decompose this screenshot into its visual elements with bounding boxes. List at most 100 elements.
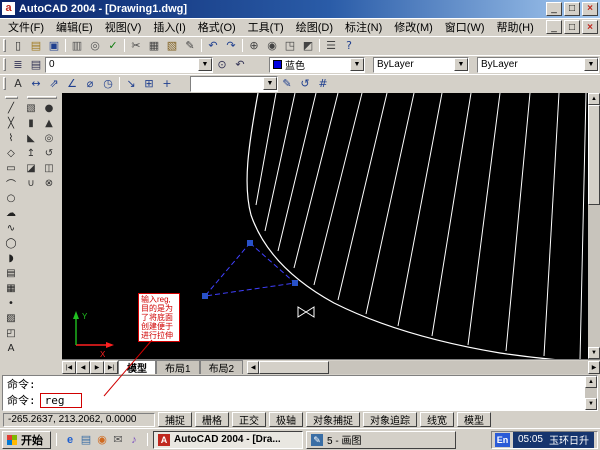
scroll-right-icon[interactable]: ▶ — [588, 361, 600, 375]
open-folder-icon[interactable]: ▤ — [27, 37, 45, 55]
minimize-button[interactable]: _ — [546, 1, 562, 16]
drawing-canvas[interactable]: X Y 输入reg, 目的是为 了将底面 创建便于 进行拉伸 — [62, 92, 588, 360]
menu-dimension[interactable]: 标注(N) — [339, 18, 388, 36]
save-icon[interactable]: ▣ — [45, 37, 63, 55]
menu-modify[interactable]: 修改(M) — [388, 18, 439, 36]
line-icon[interactable]: ╱ — [2, 100, 20, 116]
chevron-down-icon[interactable]: ▼ — [584, 58, 598, 72]
revcloud-icon[interactable]: ☁ — [2, 205, 20, 221]
doc-restore-button[interactable]: □ — [564, 20, 580, 35]
zoom-previous-icon[interactable]: ◩ — [299, 37, 317, 55]
dim-style-dropdown[interactable]: ▼ — [190, 75, 278, 92]
torus-icon[interactable]: ◎ — [40, 130, 58, 146]
paste-icon[interactable]: ▧ — [163, 37, 181, 55]
ellipse-arc-icon[interactable]: ◗ — [2, 250, 20, 266]
toolbar-grip[interactable] — [3, 39, 6, 53]
toolbar-grip[interactable] — [3, 77, 6, 91]
new-file-icon[interactable]: ▯ — [9, 37, 27, 55]
tab-layout2[interactable]: 布局2 — [199, 360, 244, 375]
close-button[interactable]: × — [582, 1, 598, 16]
chevron-down-icon[interactable]: ▼ — [350, 58, 364, 72]
toolbar-grip[interactable] — [4, 95, 18, 99]
menu-format[interactable]: 格式(O) — [192, 18, 242, 36]
dim-angular-icon[interactable]: ∠ — [63, 75, 81, 93]
text-style-icon[interactable]: A — [9, 75, 27, 93]
lineweight-dropdown[interactable]: ByLayer ▼ — [477, 56, 599, 73]
print-icon[interactable]: ▥ — [68, 37, 86, 55]
spell-check-icon[interactable]: ✓ — [104, 37, 122, 55]
arc-icon[interactable]: ⌒ — [2, 175, 20, 191]
vertical-scrollbar[interactable]: ▲ ▼ — [588, 92, 600, 360]
subtract-icon[interactable]: ⊗ — [40, 175, 58, 191]
point-icon[interactable]: • — [2, 295, 20, 311]
model-paper-toggle[interactable]: 模型 — [457, 412, 491, 428]
slice-icon[interactable]: ◪ — [22, 160, 40, 176]
extrude-icon[interactable]: ↥ — [22, 145, 40, 161]
tab-model[interactable]: 模型 — [118, 360, 156, 375]
dim-linear-icon[interactable]: ↔ — [27, 75, 45, 93]
sphere-icon[interactable]: ● — [40, 100, 58, 116]
menu-edit[interactable]: 编辑(E) — [50, 18, 99, 36]
menu-window[interactable]: 窗口(W) — [439, 18, 491, 36]
undo-icon[interactable]: ↶ — [204, 37, 222, 55]
scroll-up-icon[interactable]: ▲ — [588, 92, 600, 105]
menu-file[interactable]: 文件(F) — [2, 18, 50, 36]
cylinder-icon[interactable]: ▮ — [22, 115, 40, 131]
wedge-icon[interactable]: ◣ — [22, 130, 40, 146]
dim-edit-icon[interactable]: ✎ — [278, 75, 296, 93]
redo-icon[interactable]: ↷ — [222, 37, 240, 55]
make-object-layer-current-icon[interactable]: ⊙ — [213, 56, 231, 74]
tab-last-icon[interactable]: ▶| — [104, 361, 118, 375]
maximize-button[interactable]: □ — [564, 1, 580, 16]
copy-icon[interactable]: ▦ — [145, 37, 163, 55]
task-paint[interactable]: ✎ 5 - 画图 — [306, 430, 456, 449]
center-mark-icon[interactable]: + — [158, 75, 176, 93]
mtext-icon[interactable]: A — [2, 340, 20, 356]
dim-radius-icon[interactable]: ◷ — [99, 75, 117, 93]
cut-icon[interactable]: ✂ — [127, 37, 145, 55]
tab-prev-icon[interactable]: ◀ — [76, 361, 90, 375]
media-player-icon[interactable]: ◉ — [94, 432, 110, 448]
polar-toggle[interactable]: 极轴 — [269, 412, 303, 428]
tab-next-icon[interactable]: ▶ — [90, 361, 104, 375]
revolve-icon[interactable]: ↺ — [40, 145, 58, 161]
doc-minimize-button[interactable]: _ — [546, 20, 562, 35]
zoom-window-icon[interactable]: ◳ — [281, 37, 299, 55]
menu-draw[interactable]: 绘图(D) — [290, 18, 339, 36]
messenger-icon[interactable]: ♪ — [126, 432, 142, 448]
command-scrollbar[interactable]: ▲ ▼ — [585, 376, 597, 411]
print-preview-icon[interactable]: ◎ — [86, 37, 104, 55]
grid-toggle[interactable]: 栅格 — [195, 412, 229, 428]
horizontal-scrollbar-thumb[interactable] — [259, 361, 330, 375]
dim-diameter-icon[interactable]: ⌀ — [81, 75, 99, 93]
scroll-down-icon[interactable]: ▼ — [588, 347, 600, 360]
layer-previous-icon[interactable]: ↶ — [231, 56, 249, 74]
command-input-value[interactable]: reg — [39, 393, 82, 409]
color-dropdown[interactable]: 蓝色 ▼ — [269, 56, 365, 73]
scroll-up-icon[interactable]: ▲ — [585, 376, 597, 389]
dim-style-icon[interactable]: # — [314, 75, 332, 93]
dim-aligned-icon[interactable]: ⇗ — [45, 75, 63, 93]
task-autocad[interactable]: A AutoCAD 2004 - [Dra... — [153, 430, 303, 449]
hatch-icon[interactable]: ▨ — [2, 310, 20, 326]
pan-icon[interactable]: ⊕ — [245, 37, 263, 55]
insert-block-icon[interactable]: ▤ — [2, 265, 20, 281]
construction-line-icon[interactable]: ╳ — [2, 115, 20, 131]
section-icon[interactable]: ◫ — [40, 160, 58, 176]
menu-insert[interactable]: 插入(I) — [147, 18, 191, 36]
scroll-left-icon[interactable]: ◀ — [247, 361, 260, 375]
polygon-icon[interactable]: ◇ — [2, 145, 20, 161]
dim-update-icon[interactable]: ↺ — [296, 75, 314, 93]
union-icon[interactable]: ∪ — [22, 175, 40, 191]
region-icon[interactable]: ◰ — [2, 325, 20, 341]
toolbar-grip[interactable] — [27, 95, 57, 99]
show-desktop-icon[interactable]: ▤ — [78, 432, 94, 448]
vertical-scrollbar-thumb[interactable] — [588, 104, 600, 205]
menu-view[interactable]: 视图(V) — [99, 18, 148, 36]
make-block-icon[interactable]: ▦ — [2, 280, 20, 296]
ime-indicator[interactable]: En — [494, 432, 510, 447]
layer-properties-manager-icon[interactable]: ≣ — [9, 56, 27, 74]
match-properties-icon[interactable]: ✎ — [181, 37, 199, 55]
command-window[interactable]: 命令: 命令: reg ▲ ▼ — [2, 375, 598, 412]
help-icon[interactable]: ? — [340, 37, 358, 55]
